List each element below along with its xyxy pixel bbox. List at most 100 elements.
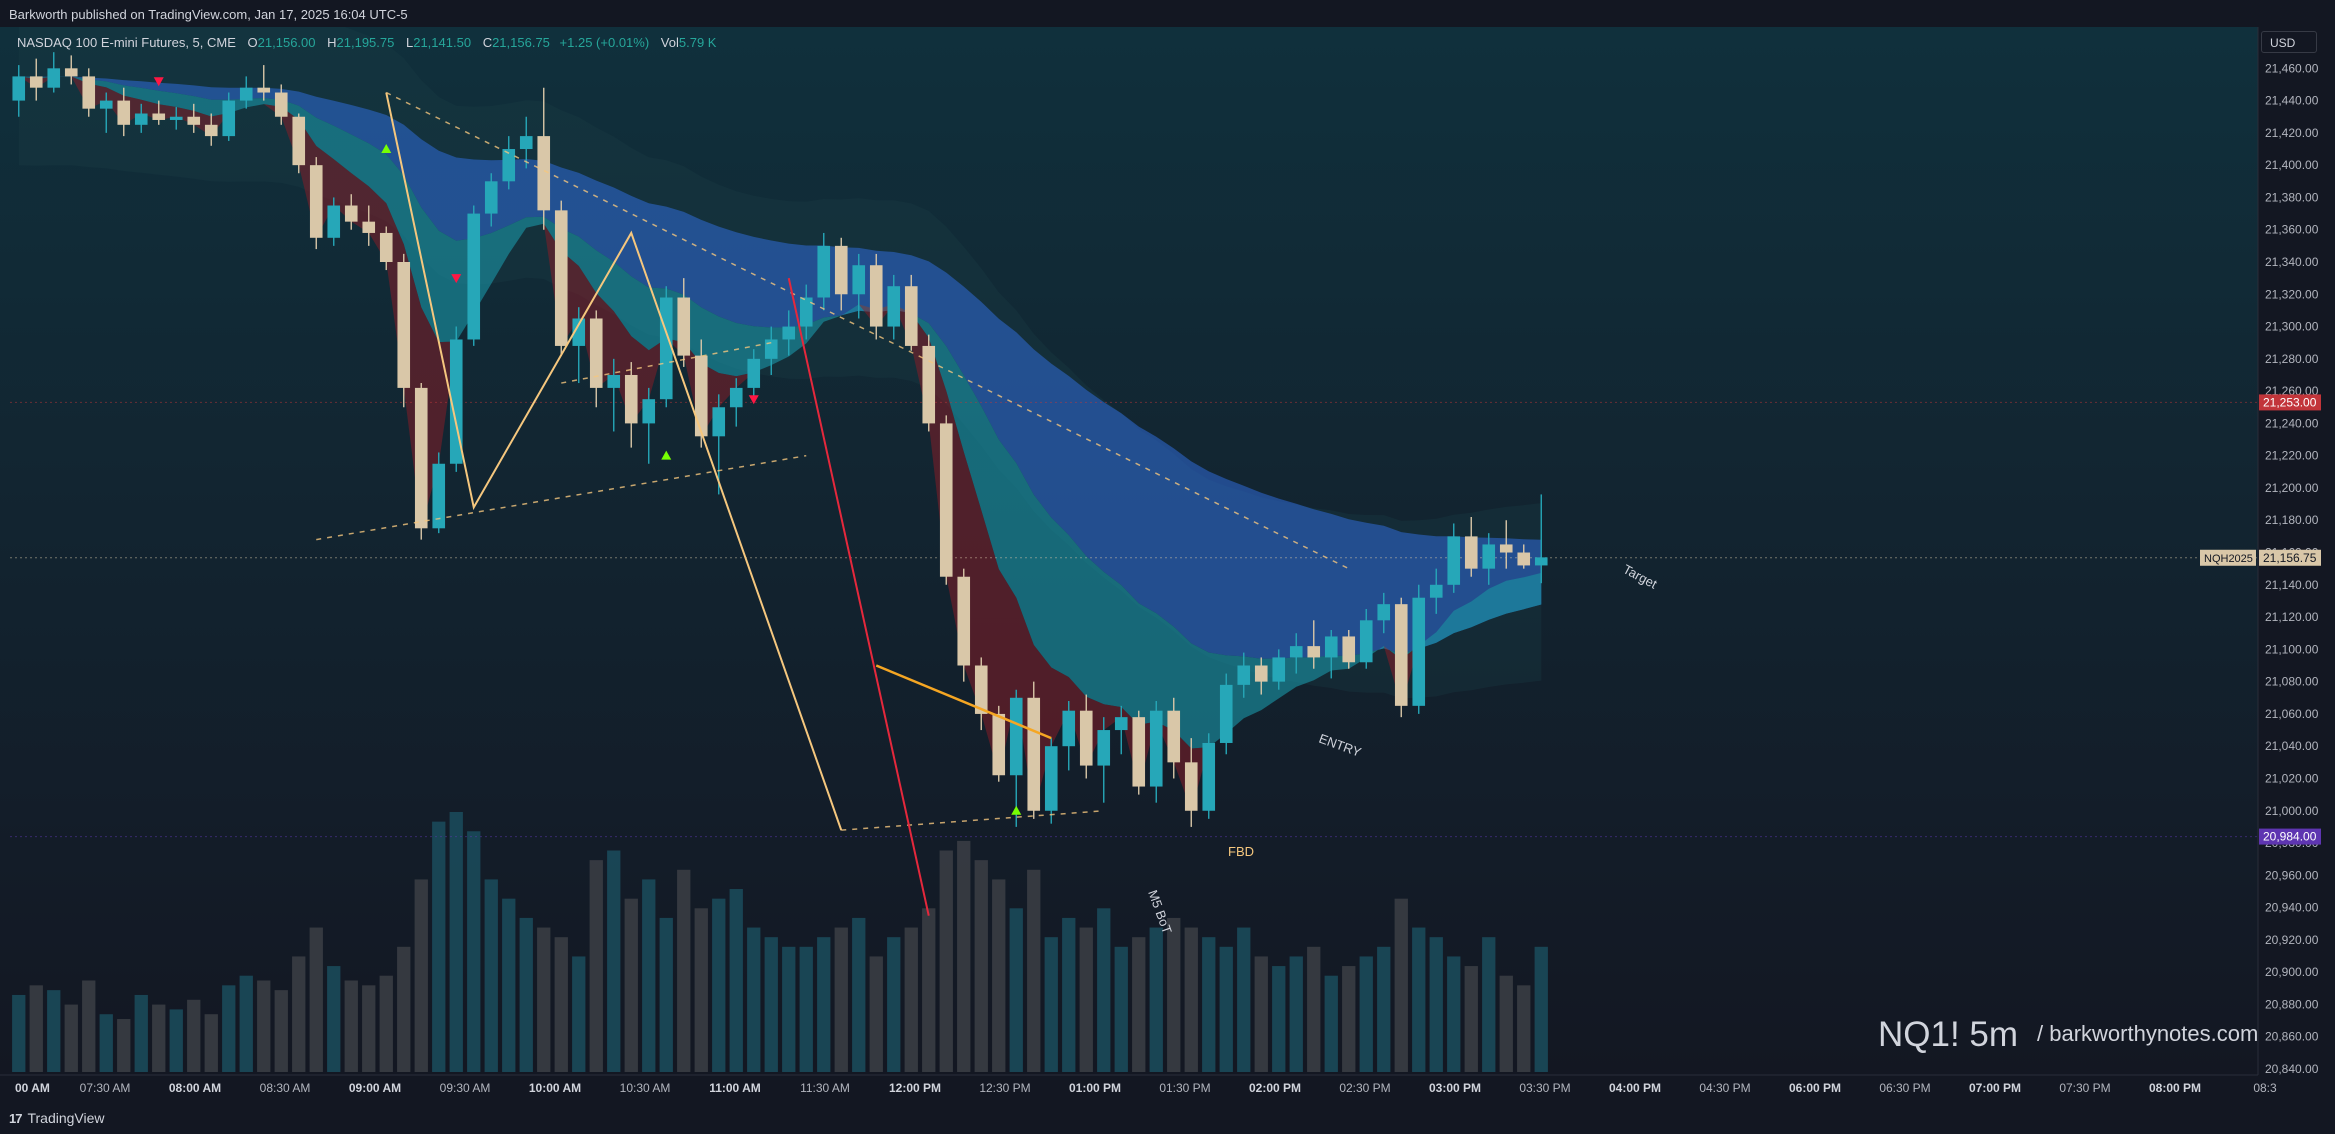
candle-body (677, 297, 691, 356)
volume-bar (362, 985, 376, 1072)
candle-body (747, 358, 761, 388)
volume-bar (852, 917, 866, 1072)
candle-body (239, 87, 253, 101)
volume-bar (117, 1019, 131, 1072)
volume-bar (274, 990, 288, 1072)
volume-bar (537, 927, 551, 1072)
volume-bar (82, 980, 96, 1072)
volume-bar (1429, 937, 1443, 1072)
candle-body (554, 210, 568, 346)
time-axis[interactable]: 00 AM 07:30 AM 08:00 AM 08:30 AM 09:00 AM 09:… (0, 1074, 2277, 1107)
volume-bar (1132, 937, 1146, 1072)
candle-body (922, 345, 936, 424)
volume-bar (992, 879, 1006, 1072)
candle-body (169, 116, 183, 120)
volume-bar (1272, 966, 1286, 1072)
price-tick-label: 21,280.00 (2265, 352, 2319, 366)
volume-bar (1149, 927, 1163, 1072)
volume-bar (1342, 966, 1356, 1072)
time-tick-label: 01:30 PM (1159, 1081, 1210, 1095)
candle-body (292, 116, 306, 166)
price-level-label: 21,253.00 (2259, 394, 2321, 411)
candle-body (782, 326, 796, 340)
volume-bar (1237, 927, 1251, 1072)
publish-bar: Barkworth published on TradingView.com, … (0, 0, 2335, 27)
price-tick-label: 21,360.00 (2265, 223, 2319, 237)
volume-bar (747, 927, 761, 1072)
candle-body (939, 423, 953, 577)
candle-body (519, 136, 533, 150)
candle-body (1237, 665, 1251, 685)
price-tick-label: 21,400.00 (2265, 158, 2319, 172)
candle-body (467, 213, 481, 340)
candle-body (484, 181, 498, 214)
candle-body (414, 387, 428, 529)
candle-body (397, 262, 411, 388)
volume-bar (152, 1004, 166, 1072)
time-tick-label: 06:30 PM (1879, 1081, 1930, 1095)
candle-body (712, 407, 726, 437)
symbol-name[interactable]: NASDAQ 100 E-mini Futures, 5, CME (17, 35, 236, 50)
candle-body (204, 124, 218, 137)
price-tick-label: 21,320.00 (2265, 287, 2319, 301)
volume-bar (29, 985, 43, 1072)
volume-bar (1202, 937, 1216, 1072)
volume-bar (379, 975, 393, 1072)
price-tick-label: 21,420.00 (2265, 126, 2319, 140)
volume-bar (1447, 956, 1461, 1072)
volume-bar (712, 898, 726, 1072)
volume-bar (1307, 946, 1321, 1072)
candle-body (887, 286, 901, 327)
price-tick-label: 21,140.00 (2265, 578, 2319, 592)
candle-body (1307, 646, 1321, 658)
candle-body (1359, 620, 1373, 663)
volume-bar (1324, 975, 1338, 1072)
volume-bar (589, 860, 603, 1072)
high-value: 21,195.75 (336, 35, 395, 50)
tradingview-logo[interactable]: 17 TradingView (9, 1110, 105, 1126)
tradingview-brand: TradingView (27, 1110, 105, 1126)
volume-label: Vol (660, 35, 679, 50)
price-level-value: 20,984.00 (2263, 830, 2317, 844)
volume-bar (1289, 956, 1303, 1072)
price-level-value: 21,253.00 (2263, 395, 2317, 409)
volume-bar (47, 990, 61, 1072)
volume-bar (729, 889, 743, 1072)
price-tick-label: 21,440.00 (2265, 94, 2319, 108)
volume-bar (1254, 956, 1268, 1072)
currency-button[interactable]: USD (2261, 31, 2317, 53)
volume-bar (1027, 869, 1041, 1072)
volume-bar (817, 937, 831, 1072)
candle-body (1482, 544, 1496, 569)
price-tick-label: 20,880.00 (2265, 997, 2319, 1011)
price-tick-label: 21,080.00 (2265, 675, 2319, 689)
watermark-title: NQ1! 5m (1878, 1015, 2019, 1054)
time-tick-label: 06:00 PM (1789, 1081, 1841, 1095)
time-tick-label: 02:30 PM (1339, 1081, 1390, 1095)
volume-bar (834, 927, 848, 1072)
volume-bar (607, 850, 621, 1072)
candle-body (222, 100, 236, 137)
candle-body (344, 205, 358, 222)
volume-bar (904, 927, 918, 1072)
candle-body (274, 92, 288, 117)
price-chart[interactable]: TargetENTRYFBDM5 BoT 21,460.0021,440.002… (0, 0, 2335, 1134)
candle-body (694, 355, 708, 437)
candle-body (82, 76, 96, 109)
time-tick-label: 07:30 PM (2059, 1081, 2110, 1095)
candle-body (957, 576, 971, 666)
candle-body (1272, 657, 1286, 682)
candle-body (362, 221, 376, 233)
volume-bar (257, 980, 271, 1072)
candle-body (992, 713, 1006, 776)
price-tick-label: 21,100.00 (2265, 642, 2319, 656)
price-tick-label: 21,120.00 (2265, 610, 2319, 624)
time-tick-label: 09:00 AM (349, 1081, 401, 1095)
volume-bar (1359, 956, 1373, 1072)
volume-bar (432, 821, 446, 1072)
volume-bar (799, 946, 813, 1072)
close-label: C (482, 35, 493, 50)
volume-bar (957, 840, 971, 1072)
volume-bar (1482, 937, 1496, 1072)
candle-body (1517, 552, 1531, 566)
